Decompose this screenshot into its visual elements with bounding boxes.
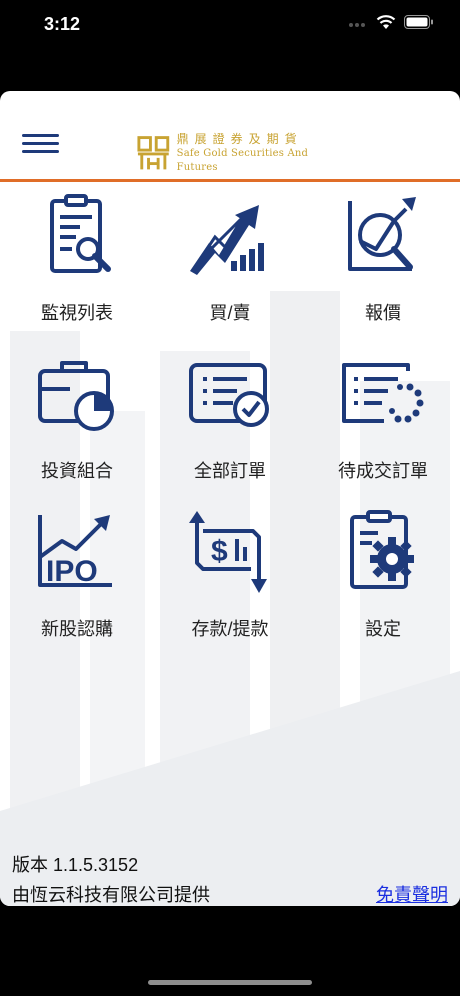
menu-label: 待成交訂單	[338, 461, 428, 481]
wifi-icon	[376, 15, 396, 29]
company-logo: 鼎展證券及期貨 Safe Gold Securities And Futures	[136, 131, 346, 175]
logo-english-name: Safe Gold Securities And Futures	[176, 148, 309, 173]
quote-icon	[348, 197, 416, 271]
menu-tile-watchlist[interactable]: 監視列表	[2, 191, 152, 341]
status-time: 3:12	[44, 14, 81, 34]
menu-tile-quote[interactable]: 報價	[308, 191, 458, 341]
menu-tile-pending-orders[interactable]: 待成交訂單	[308, 349, 458, 499]
menu-tile-all-orders[interactable]: 全部訂單	[155, 349, 305, 499]
menu-tile-buy-sell[interactable]: 買/賣	[155, 191, 305, 341]
logo-emblem-icon	[137, 136, 170, 170]
provider-text: 由恆云科技有限公司提供	[12, 885, 210, 905]
menu-label: 全部訂單	[194, 461, 266, 481]
menu-label: 報價	[365, 303, 401, 323]
portfolio-icon	[38, 361, 114, 431]
app-header: 鼎展證券及期貨 Safe Gold Securities And Futures	[0, 91, 460, 182]
app-version: 版本 1.1.5.3152	[12, 855, 139, 875]
buy-sell-icon	[190, 205, 264, 275]
menu-tile-settings[interactable]: 設定	[308, 507, 458, 657]
deposit-withdraw-icon: $	[189, 511, 267, 593]
hamburger-menu-button[interactable]	[20, 134, 62, 160]
menu-label: 設定	[365, 619, 401, 639]
menu-tile-portfolio[interactable]: 投資組合	[2, 349, 152, 499]
status-bar: 3:12	[0, 0, 460, 50]
signal-dots-icon	[349, 23, 365, 27]
all-orders-icon	[189, 363, 269, 427]
logo-chinese-name: 鼎展證券及期貨	[176, 132, 303, 146]
svg-text:$: $	[211, 535, 228, 568]
menu-label: 監視列表	[41, 303, 113, 323]
svg-text:IPO: IPO	[46, 555, 98, 588]
menu-label: 新股認購	[41, 619, 113, 639]
header-divider	[0, 179, 460, 182]
menu-tile-deposit-withdraw[interactable]: $ 存款/提款	[155, 507, 305, 657]
watchlist-icon	[50, 194, 111, 273]
battery-icon	[404, 15, 433, 29]
menu-label: 投資組合	[41, 461, 113, 481]
disclaimer-link[interactable]: 免責聲明	[376, 881, 448, 906]
menu-label: 存款/提款	[191, 619, 269, 639]
home-indicator[interactable]	[148, 980, 312, 985]
main-card: 鼎展證券及期貨 Safe Gold Securities And Futures…	[0, 91, 460, 906]
pending-orders-icon	[342, 363, 424, 423]
menu-label: 買/賣	[209, 303, 251, 323]
menu-tile-ipo[interactable]: IPO 新股認購	[2, 507, 152, 657]
settings-icon	[350, 510, 414, 589]
status-icons	[349, 14, 434, 30]
ipo-icon: IPO	[38, 515, 112, 588]
